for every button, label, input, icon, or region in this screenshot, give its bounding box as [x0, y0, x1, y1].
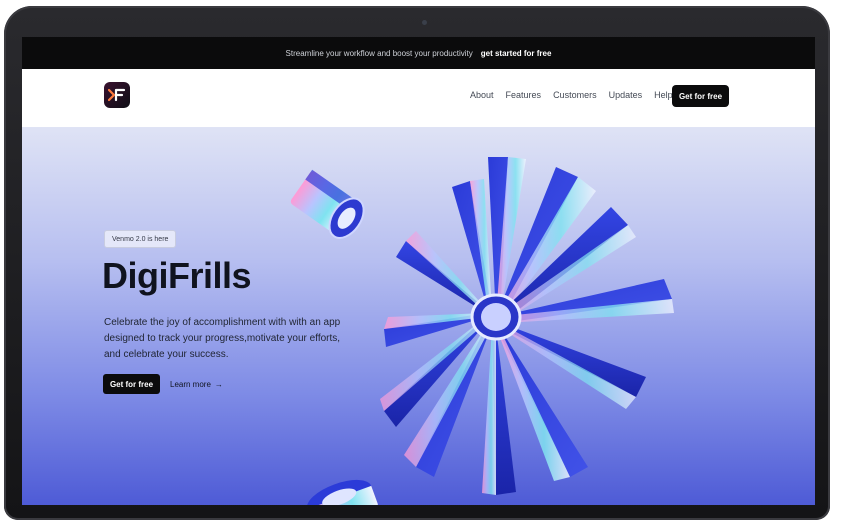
nav-get-for-free-button[interactable]: Get for free — [672, 85, 729, 107]
camera-dot — [422, 20, 427, 25]
laptop-frame: Streamline your workflow and boost your … — [4, 6, 830, 520]
hero-section: Venmo 2.0 is here DigiFrills Celebrate t… — [22, 127, 815, 505]
browser-screen: Streamline your workflow and boost your … — [22, 37, 815, 505]
nav-links: About Features Customers Updates Help — [470, 90, 673, 100]
hero-get-for-free-button[interactable]: Get for free — [103, 374, 160, 394]
nav-link-help[interactable]: Help — [654, 90, 673, 100]
fan-blades — [380, 157, 674, 495]
release-badge[interactable]: Venmo 2.0 is here — [104, 230, 177, 248]
floating-tube-top — [290, 169, 365, 239]
learn-more-link[interactable]: Learn more → — [170, 380, 223, 389]
nav-link-about[interactable]: About — [470, 90, 494, 100]
announcement-link[interactable]: get started for free — [481, 49, 552, 58]
logo-mark — [108, 88, 126, 102]
nav-link-updates[interactable]: Updates — [609, 90, 643, 100]
hero-description: Celebrate the joy of accomplishment with… — [104, 317, 341, 360]
brand-logo-icon[interactable] — [104, 82, 130, 108]
learn-more-label: Learn more — [170, 380, 211, 389]
floating-tube-bottom — [306, 479, 379, 505]
nav-link-features[interactable]: Features — [506, 90, 542, 100]
arrow-right-icon: → — [214, 380, 223, 389]
announcement-text: Streamline your workflow and boost your … — [285, 48, 473, 58]
hero-title: DigiFrills — [102, 255, 252, 296]
navbar: About Features Customers Updates Help Ge… — [22, 69, 815, 127]
announcement-bar: Streamline your workflow and boost your … — [22, 37, 815, 69]
nav-link-customers[interactable]: Customers — [553, 90, 597, 100]
